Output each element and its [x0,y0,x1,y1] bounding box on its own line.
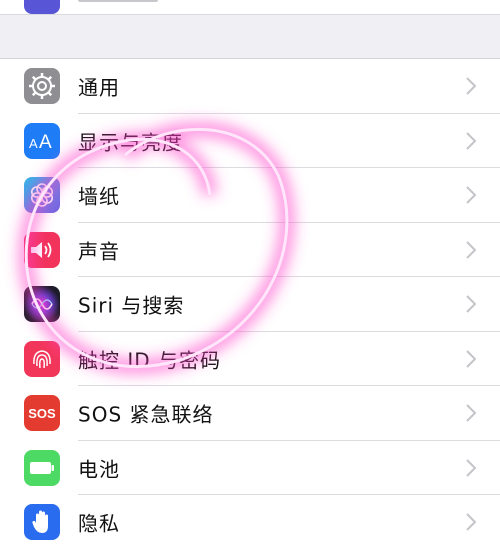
settings-row-label: 显示与亮度 [78,130,183,155]
settings-row-label: 墙纸 [78,184,120,209]
sos-badge-text: SOS [28,405,56,421]
battery-icon [24,449,60,486]
settings-list: 通用 A A 显示与亮度 墙纸 声音 Siri 与搜索 触控 ID 与密码 SO… [0,58,500,550]
svg-text:A: A [29,136,38,151]
settings-row-label: 声音 [78,239,120,264]
settings-row-label: Siri 与搜索 [78,293,185,318]
siri-icon [24,286,60,323]
settings-row-label: 触控 ID 与密码 [78,348,222,373]
settings-row-display[interactable]: A A 显示与亮度 [0,114,500,168]
settings-row-sounds[interactable]: 声音 [0,223,500,277]
gear-icon [24,68,60,105]
sos-icon: SOS [24,395,60,432]
speaker-icon [24,231,60,268]
chevron-right-icon [466,241,476,259]
settings-row-label: 电池 [78,457,120,482]
chevron-right-icon [466,186,476,204]
chevron-right-icon [466,132,476,150]
chevron-right-icon [466,459,476,477]
settings-row-siri[interactable]: Siri 与搜索 [0,277,500,332]
chevron-right-icon [466,513,476,531]
flower-icon [24,177,60,214]
settings-row-privacy[interactable]: 隐私 [0,495,500,550]
settings-row-emergency-sos[interactable]: SOS SOS 紧急联络 [0,386,500,441]
chevron-right-icon [466,350,476,368]
chevron-right-icon [466,295,476,313]
hand-icon [24,504,60,541]
chevron-right-icon [466,404,476,422]
previous-section-row[interactable] [0,0,500,15]
fingerprint-icon [24,340,60,377]
svg-text:A: A [39,132,52,151]
partial-row-label [78,0,158,2]
text-size-icon: A A [24,122,60,159]
chevron-right-icon [466,77,476,95]
settings-row-touch-id[interactable]: 触控 ID 与密码 [0,332,500,386]
settings-row-label: SOS 紧急联络 [78,402,214,427]
settings-row-battery[interactable]: 电池 [0,441,500,495]
settings-row-label: 隐私 [78,511,120,536]
settings-row-wallpaper[interactable]: 墙纸 [0,168,500,223]
partial-app-icon [24,0,60,14]
settings-row-label: 通用 [78,75,120,100]
settings-row-general[interactable]: 通用 [0,59,500,114]
